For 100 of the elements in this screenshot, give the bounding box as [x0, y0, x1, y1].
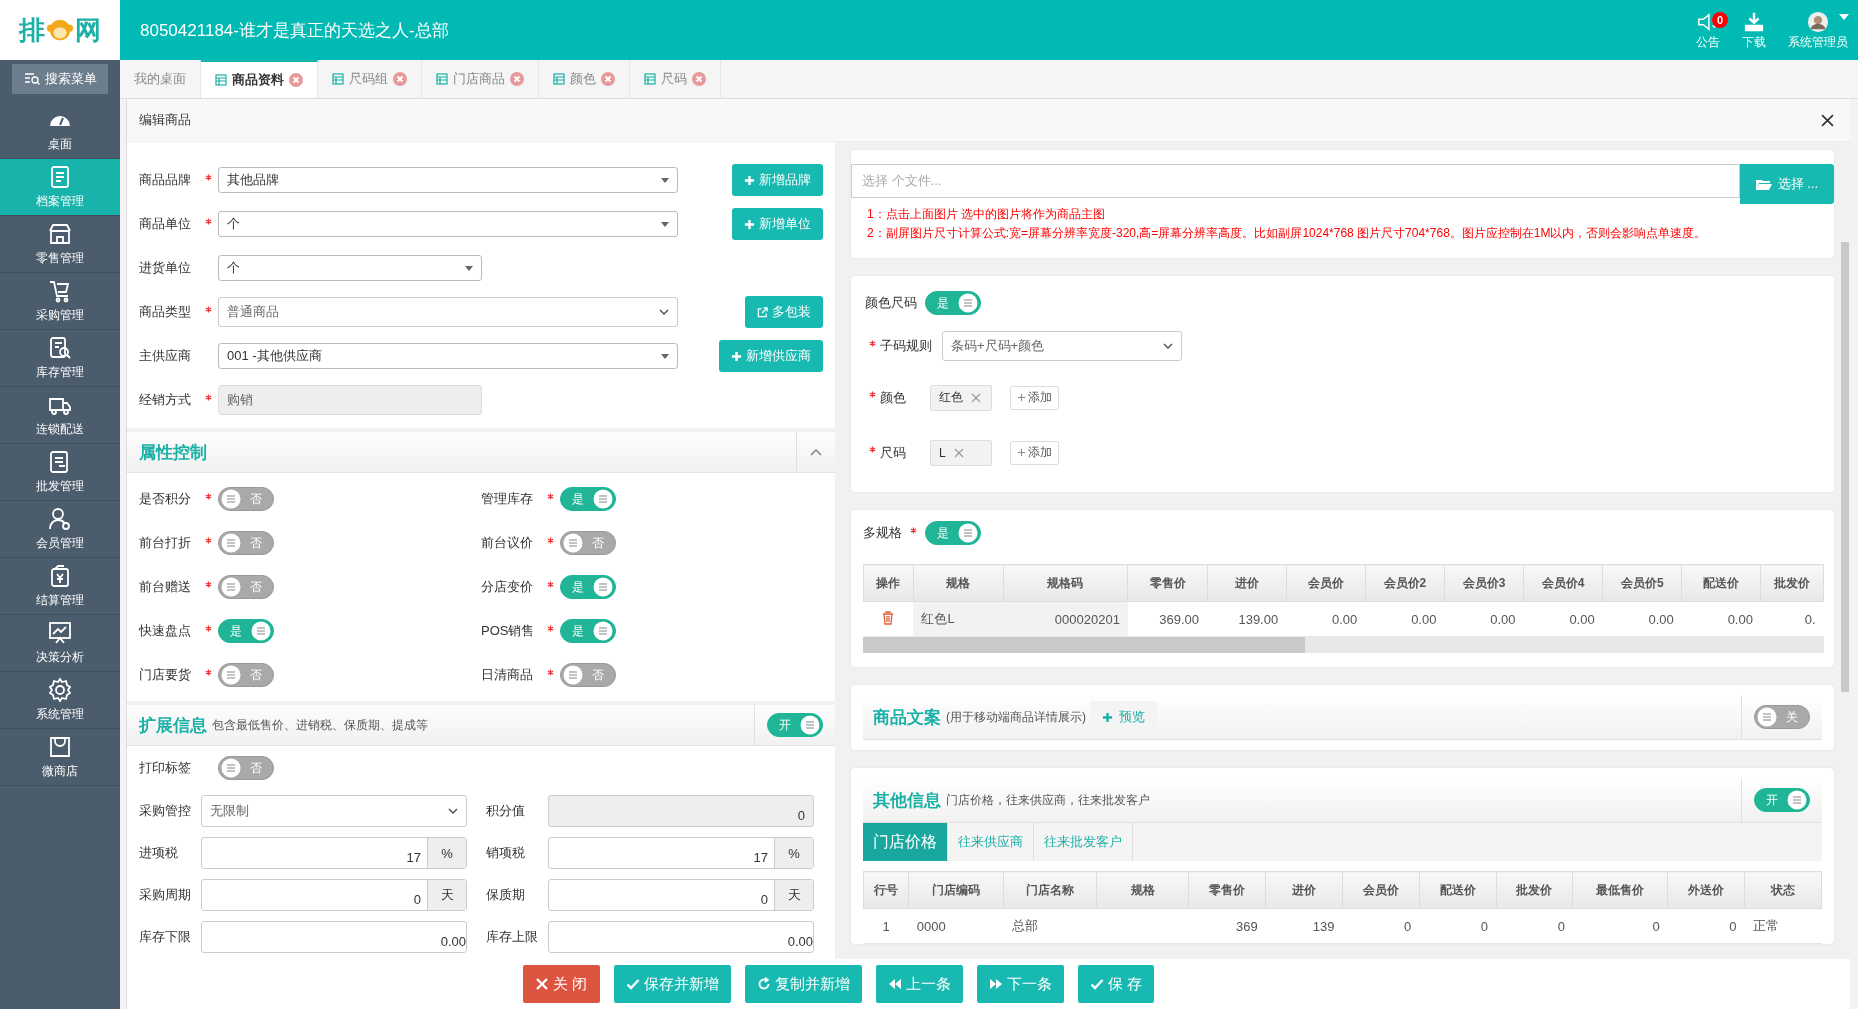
field-label: 采购管控	[139, 802, 192, 820]
toggle-switch[interactable]: 是	[218, 619, 274, 643]
table-cell: 1	[882, 918, 890, 934]
knob-icon	[800, 715, 820, 735]
table-cell: 0.00	[1602, 601, 1682, 637]
toggle-switch[interactable]: 否	[218, 575, 274, 599]
field-label: 保质期	[486, 886, 526, 904]
toggle-switch[interactable]: 开	[767, 713, 823, 737]
knob-icon	[563, 665, 583, 685]
close-icon[interactable]	[1821, 113, 1834, 127]
dropdown-field[interactable]: 个	[218, 211, 678, 237]
number-field[interactable]: 17 %	[201, 837, 467, 869]
knob-icon	[593, 577, 613, 597]
tag: L	[930, 439, 992, 466]
select-field[interactable]: 无限制	[201, 795, 467, 827]
tab[interactable]: 往来供应商	[948, 823, 1034, 861]
browse-button[interactable]: 选择 ...	[1739, 164, 1834, 204]
toggle-switch[interactable]: 否	[218, 487, 274, 511]
toggle-switch[interactable]: 是	[560, 487, 616, 511]
field-label: 日清商品	[481, 666, 534, 684]
plus-icon	[1017, 448, 1026, 457]
knob-icon	[593, 489, 613, 509]
number-field[interactable]: 17 %	[548, 837, 814, 869]
download-button[interactable]: 下载	[1742, 9, 1766, 51]
chevron-down-icon	[659, 309, 669, 315]
number-field[interactable]: 0 天	[548, 879, 814, 911]
delete-icon[interactable]	[882, 610, 895, 625]
save-and-new-button[interactable]: 保存并新增	[613, 965, 731, 1003]
remove-icon[interactable]	[971, 392, 981, 403]
toggle-switch[interactable]: 开	[1754, 788, 1810, 812]
add-button[interactable]: 新增供应商	[719, 340, 823, 372]
close-button[interactable]: 关 闭	[523, 965, 600, 1003]
dropdown-field[interactable]: 其他品牌	[218, 167, 678, 193]
save-button[interactable]: 保 存	[1077, 965, 1154, 1003]
check-icon	[1089, 977, 1104, 991]
file-field[interactable]: 选择 个文件...	[851, 164, 1740, 198]
toggle-switch[interactable]: 是	[560, 619, 616, 643]
chevron-down-icon	[1163, 343, 1173, 349]
column-header: 最低售价	[1572, 871, 1668, 909]
dropdown-field[interactable]: 001 -其他供应商	[218, 343, 678, 369]
toggle-switch[interactable]: 否	[218, 756, 274, 780]
tab[interactable]: 尺码组	[318, 60, 422, 98]
number-field[interactable]: 0.00	[548, 921, 814, 953]
toggle-switch[interactable]: 否	[218, 663, 274, 687]
toggle-switch[interactable]: 否	[560, 531, 616, 555]
tab[interactable]: 尺码	[630, 60, 721, 98]
select-field[interactable]: 条码+尺码+颜色	[942, 331, 1182, 361]
column-header: 配送价	[1419, 871, 1497, 909]
field-label: 前台赠送	[139, 578, 192, 596]
scrollbar[interactable]	[863, 637, 1824, 653]
field-label: 多规格	[863, 524, 902, 542]
user-menu[interactable]: 系统管理员	[1788, 9, 1848, 51]
tab[interactable]: 往来批发客户	[1034, 823, 1133, 861]
table-cell: 0	[1729, 918, 1737, 934]
knob-icon	[221, 489, 241, 509]
plus-icon	[1017, 393, 1026, 402]
sidebar-item[interactable]: 档案管理	[0, 159, 120, 216]
dialog-title: 编辑商品	[139, 111, 191, 129]
add-button[interactable]: 添加	[1010, 440, 1059, 465]
toggle-switch[interactable]: 否	[218, 531, 274, 555]
number-field[interactable]: 0 天	[201, 879, 467, 911]
search-menu-button[interactable]: 搜索菜单	[12, 64, 108, 94]
knob-icon	[593, 621, 613, 641]
add-button[interactable]: 添加	[1010, 385, 1059, 410]
select-field[interactable]: 普通商品	[218, 297, 678, 327]
column-header: 批发价	[1760, 564, 1824, 602]
column-header: 门店名称	[1003, 871, 1097, 909]
knob-icon	[1757, 707, 1777, 727]
disabled-field: 购销	[218, 385, 482, 415]
previous-button[interactable]: 上一条	[875, 965, 963, 1003]
count-badge: 0	[1712, 11, 1728, 28]
chevron-up-icon[interactable]	[810, 448, 822, 456]
add-button[interactable]: 新增单位	[732, 208, 823, 240]
field-label: 进项税	[139, 844, 179, 862]
dropdown-field[interactable]: 个	[218, 255, 482, 281]
add-button[interactable]: 多包装	[745, 296, 823, 328]
toggle-switch[interactable]: 是	[925, 521, 981, 545]
add-button[interactable]: 新增品牌	[732, 164, 823, 196]
table-icon	[436, 73, 448, 85]
tab[interactable]: 门店价格	[863, 823, 948, 861]
toggle-switch[interactable]: 是	[925, 291, 981, 315]
unit-addon: %	[427, 838, 466, 868]
toggle-switch[interactable]: 关	[1754, 705, 1810, 729]
knob-icon	[251, 621, 271, 641]
toggle-switch[interactable]: 是	[560, 575, 616, 599]
table-icon	[215, 74, 227, 86]
section-title: 其他信息	[873, 789, 941, 812]
remove-icon[interactable]	[953, 447, 964, 458]
toggle-switch[interactable]: 否	[560, 663, 616, 687]
chevron-down-icon	[448, 808, 458, 814]
tab[interactable]: 商品资料	[201, 60, 318, 98]
next-button[interactable]: 下一条	[976, 965, 1064, 1003]
tab[interactable]: 门店商品	[422, 60, 539, 98]
column-header: 零售价	[1188, 871, 1266, 909]
column-header: 行号	[863, 871, 909, 909]
tab[interactable]: 颜色	[539, 60, 630, 98]
column-header: 规格	[913, 564, 1003, 602]
table-cell: 0.00	[1444, 601, 1524, 637]
number-field[interactable]: 0.00	[201, 921, 467, 953]
copy-and-new-button[interactable]: 复制并新增	[744, 965, 862, 1003]
